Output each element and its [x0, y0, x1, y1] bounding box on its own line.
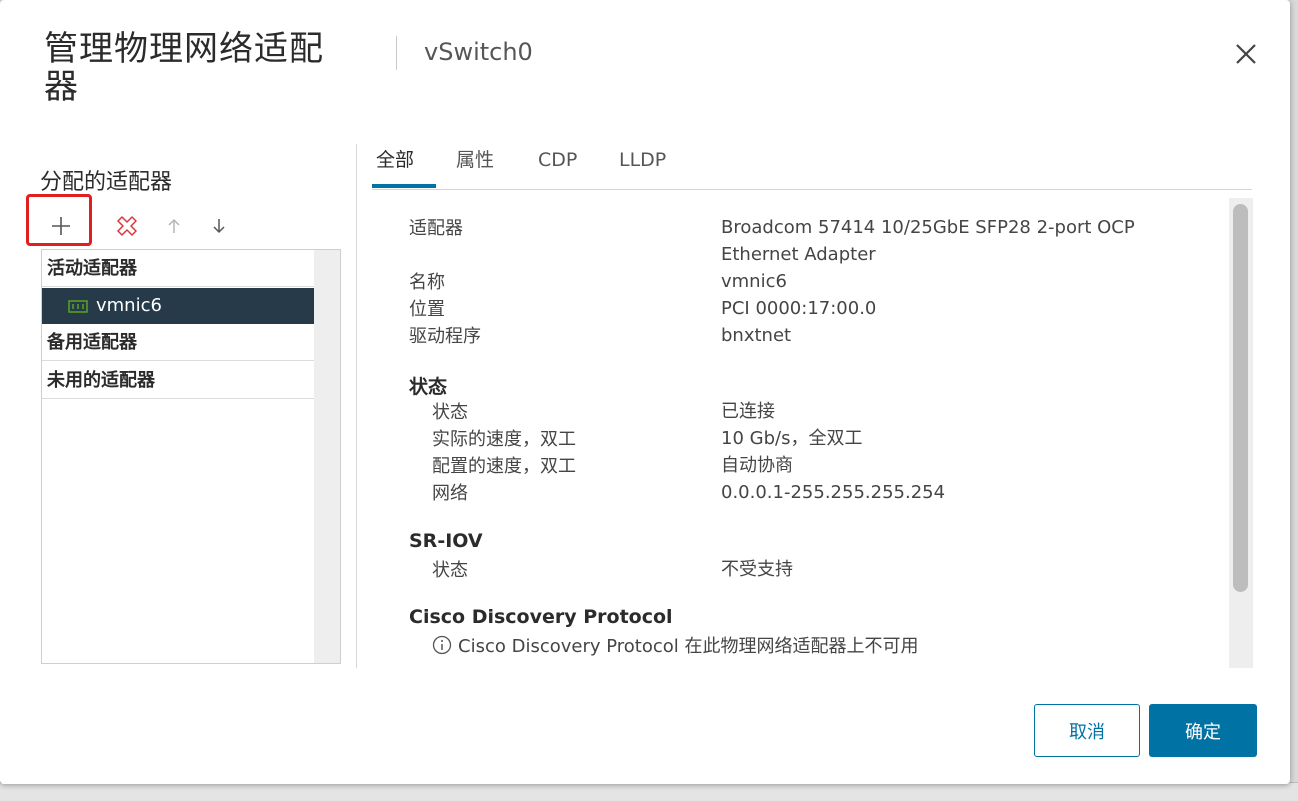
configured-speed-label: 配置的速度，双工: [432, 456, 576, 477]
location-label: 位置: [409, 299, 445, 320]
add-icon: [52, 217, 70, 235]
tab-cdp[interactable]: CDP: [538, 144, 577, 188]
detail-row-network: 网络 0.0.0.1-255.255.255.254: [372, 479, 1222, 506]
info-icon: [432, 635, 452, 655]
ok-button[interactable]: 确定: [1149, 704, 1257, 757]
detail-row-adapter: 适配器 Broadcom 57414 10/25GbE SFP28 2-port…: [372, 214, 1222, 274]
adapter-value: Broadcom 57414 10/25GbE SFP28 2-port OCP…: [721, 217, 1135, 265]
status-section-title: 状态: [409, 376, 448, 398]
name-label: 名称: [409, 272, 445, 293]
add-adapter-button[interactable]: [41, 206, 81, 246]
manage-adapters-dialog: 管理物理网络适配器 vSwitch0 分配的适配器 活动适配器 vmnic6 备…: [0, 0, 1290, 784]
network-value: 0.0.0.1-255.255.255.254: [721, 482, 946, 503]
group-unused-adapters: 未用的适配器: [42, 362, 314, 399]
arrow-up-icon: [168, 218, 180, 233]
scrollbar-thumb[interactable]: [1233, 204, 1248, 592]
detail-row-configured-speed: 配置的速度，双工 自动协商: [372, 452, 1222, 479]
actual-speed-label: 实际的速度，双工: [432, 429, 576, 450]
network-label: 网络: [432, 483, 468, 504]
remove-icon: [117, 216, 137, 236]
tab-properties[interactable]: 属性: [456, 144, 494, 188]
detail-row-status: 状态 已连接: [372, 398, 1222, 425]
close-icon: [1236, 44, 1256, 64]
tab-all[interactable]: 全部: [372, 144, 436, 188]
details-tabs: 全部 属性 CDP LLDP: [372, 144, 1252, 190]
detail-row-sriov-status: 状态 不受支持: [372, 556, 1222, 583]
network-card-icon: [68, 300, 88, 313]
cdp-message-text: Cisco Discovery Protocol 在此物理网络适配器上不可用: [458, 636, 919, 657]
title-divider: [396, 36, 397, 70]
sriov-status-value: 不受支持: [721, 559, 793, 580]
assigned-adapters-title: 分配的适配器: [40, 170, 173, 195]
background-window-strip: [0, 782, 1298, 801]
configured-speed-value: 自动协商: [721, 455, 793, 476]
cancel-button[interactable]: 取消: [1034, 704, 1140, 757]
dialog-subtitle: vSwitch0: [424, 38, 533, 66]
status-label: 状态: [432, 402, 468, 423]
detail-row-actual-speed: 实际的速度，双工 10 Gb/s，全双工: [372, 425, 1222, 452]
list-scrollbar[interactable]: [314, 250, 340, 663]
close-button[interactable]: [1232, 40, 1260, 68]
arrow-down-icon: [213, 219, 225, 234]
location-value: PCI 0000:17:00.0: [721, 298, 877, 319]
actual-speed-value: 10 Gb/s，全双工: [721, 428, 863, 449]
cdp-section-title: Cisco Discovery Protocol: [409, 606, 673, 628]
status-value: 已连接: [721, 401, 775, 422]
move-up-button[interactable]: [154, 206, 194, 246]
cdp-info-message: Cisco Discovery Protocol 在此物理网络适配器上不可用: [432, 632, 918, 658]
adapter-name: vmnic6: [96, 295, 162, 316]
group-active-adapters: 活动适配器: [42, 250, 314, 287]
remove-adapter-button[interactable]: [107, 206, 147, 246]
dialog-title: 管理物理网络适配器: [44, 29, 324, 107]
panel-divider: [356, 144, 357, 668]
adapter-label: 适配器: [409, 218, 463, 239]
name-value: vmnic6: [721, 271, 787, 292]
tab-lldp[interactable]: LLDP: [619, 144, 666, 188]
details-panel: 适配器 Broadcom 57414 10/25GbE SFP28 2-port…: [372, 200, 1222, 668]
details-scrollbar[interactable]: [1229, 198, 1253, 668]
driver-value: bnxtnet: [721, 325, 792, 346]
group-standby-adapters: 备用适配器: [42, 324, 314, 361]
adapter-row-vmnic6[interactable]: vmnic6: [42, 288, 314, 324]
sriov-status-label: 状态: [432, 560, 468, 581]
adapter-list[interactable]: 活动适配器 vmnic6 备用适配器 未用的适配器: [41, 249, 341, 664]
detail-row-name: 名称 vmnic6: [372, 268, 1222, 295]
sriov-section-title: SR-IOV: [409, 530, 483, 552]
move-down-button[interactable]: [199, 206, 239, 246]
detail-row-location: 位置 PCI 0000:17:00.0: [372, 295, 1222, 322]
driver-label: 驱动程序: [409, 326, 481, 347]
detail-row-driver: 驱动程序 bnxtnet: [372, 322, 1222, 349]
